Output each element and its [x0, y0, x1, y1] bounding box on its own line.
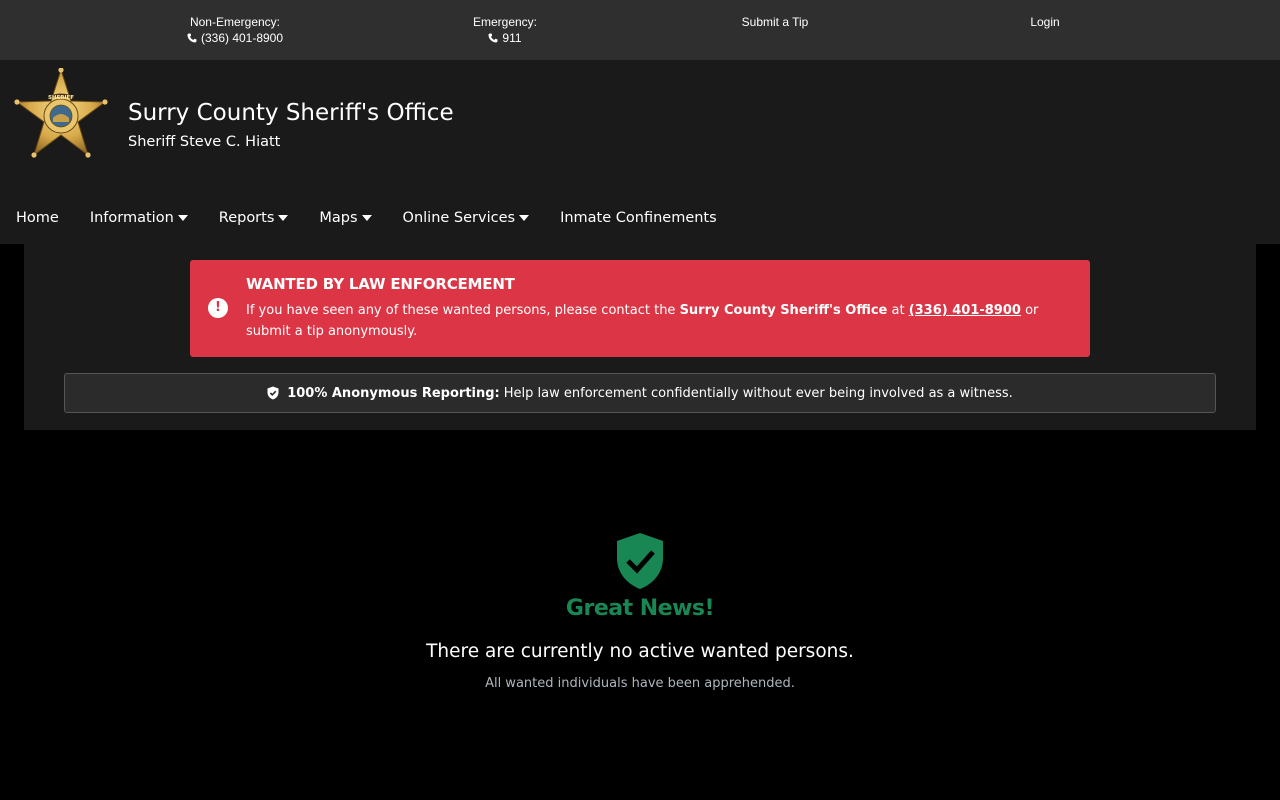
site-subtitle: Sheriff Steve C. Hiatt	[128, 134, 281, 150]
alert-body-prefix: If you have seen any of these wanted per…	[246, 303, 680, 318]
top-utility-bar: Non-Emergency: (336) 401-8900 Emergency:…	[0, 0, 1280, 60]
emergency-contact[interactable]: Emergency: 911	[473, 14, 537, 46]
nav-item-information[interactable]: Information	[90, 210, 188, 226]
nav-item-maps[interactable]: Maps	[319, 210, 372, 226]
status-title: Great News!	[565, 596, 715, 621]
nav-item-label: Online Services	[402, 210, 516, 226]
shield-check-icon	[267, 386, 279, 400]
caret-down-icon	[519, 215, 530, 221]
alert-title: WANTED BY LAW ENFORCEMENT	[246, 275, 515, 293]
emergency-label: Emergency:	[472, 15, 538, 29]
anonymous-reporting-label: 100% Anonymous Reporting:	[287, 385, 500, 401]
login-link[interactable]: Login	[1030, 14, 1059, 30]
anonymous-reporting-text: Help law enforcement confidentially with…	[503, 385, 1013, 401]
wanted-panel: ! WANTED BY LAW ENFORCEMENT If you have …	[24, 244, 1256, 430]
anonymous-reporting-banner: 100% Anonymous Reporting: Help law enfor…	[64, 373, 1216, 413]
alert-body: If you have seen any of these wanted per…	[246, 300, 1076, 342]
emergency-phone: 911	[502, 31, 522, 45]
status-subtext: All wanted individuals have been apprehe…	[485, 676, 795, 691]
nav-item-label: Reports	[218, 210, 275, 226]
logo-text: SHERIFF	[48, 95, 74, 101]
nav-item-online-services[interactable]: Online Services	[403, 210, 530, 226]
shield-check-icon	[617, 533, 663, 589]
sheriff-badge-logo[interactable]: SHERIFF	[12, 68, 110, 160]
phone-icon	[187, 33, 197, 43]
site-header: SHERIFF Surry County Sheriff's Office Sh…	[0, 60, 1280, 244]
no-wanted-status: Great News! There are currently no activ…	[0, 532, 1280, 691]
alert-phone-link[interactable]: (336) 401-8900	[909, 303, 1021, 318]
nav-item-home[interactable]: Home	[16, 210, 59, 226]
wanted-alert: ! WANTED BY LAW ENFORCEMENT If you have …	[190, 260, 1090, 357]
nav-item-label: Information	[89, 210, 174, 226]
main-nav: Home Information Reports Maps Online Ser…	[16, 208, 748, 228]
alert-body-at: at	[887, 303, 909, 318]
phone-icon	[488, 33, 498, 43]
non-emergency-phone: (336) 401-8900	[200, 31, 284, 45]
caret-down-icon	[361, 215, 372, 221]
site-title[interactable]: Surry County Sheriff's Office	[128, 100, 454, 126]
caret-down-icon	[177, 215, 188, 221]
nav-item-label: Inmate Confinements	[560, 210, 717, 226]
non-emergency-contact[interactable]: Non-Emergency: (336) 401-8900	[187, 14, 283, 46]
caret-down-icon	[278, 215, 289, 221]
nav-item-label: Maps	[319, 210, 358, 226]
nav-item-inmate-confinements[interactable]: Inmate Confinements	[560, 210, 717, 226]
submit-tip-link[interactable]: Submit a Tip	[742, 14, 809, 30]
non-emergency-label: Non-Emergency:	[189, 15, 281, 29]
exclamation-circle-icon: !	[208, 298, 228, 318]
status-message: There are currently no active wanted per…	[426, 641, 854, 662]
nav-item-reports[interactable]: Reports	[219, 210, 289, 226]
alert-org-name: Surry County Sheriff's Office	[679, 303, 888, 318]
nav-item-label: Home	[16, 210, 59, 226]
